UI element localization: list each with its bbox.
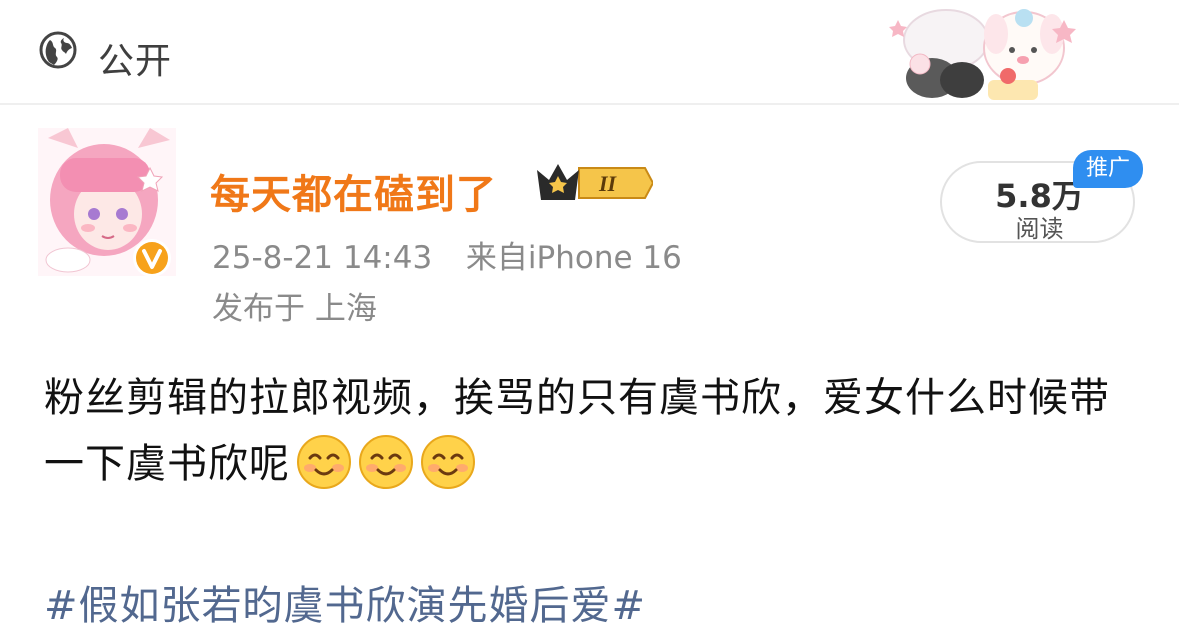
verified-badge-icon [133, 239, 171, 277]
promo-badge: 推广 [1073, 150, 1143, 188]
smile-emoji-icon [297, 435, 351, 489]
visibility-header: 公开 [0, 0, 1179, 104]
post-body: 粉丝剪辑的拉郎视频，挨骂的只有虞书欣，爱女什么时候带一下虞书欣呢 [44, 365, 1144, 497]
header-divider [0, 103, 1179, 105]
smile-emoji-icon [359, 435, 413, 489]
post-location: 发布于 上海 [212, 291, 377, 327]
member-level-text: II [598, 171, 618, 196]
visibility-label[interactable]: 公开 [98, 32, 172, 84]
smile-emoji-icon [421, 435, 475, 489]
post-body-text: 粉丝剪辑的拉郎视频，挨骂的只有虞书欣，爱女什么时候带一下虞书欣呢 [44, 375, 1110, 487]
member-crown-badge-icon[interactable]: II [535, 160, 653, 206]
post-timestamp: 25-8-21 14:43 [212, 240, 433, 276]
read-label: 阅读 [1015, 215, 1064, 243]
decorative-sticker-illustration [889, 9, 1076, 100]
globe-icon [39, 31, 77, 69]
post-meta: 25-8-21 14:43 来自iPhone 16 [212, 232, 682, 277]
post-source: 来自iPhone 16 [465, 240, 682, 276]
author-name[interactable]: 每天都在磕到了 [210, 162, 497, 220]
hashtag-link[interactable]: #假如张若昀虞书欣演先婚后爱# [44, 573, 646, 631]
author-avatar[interactable] [38, 128, 178, 278]
